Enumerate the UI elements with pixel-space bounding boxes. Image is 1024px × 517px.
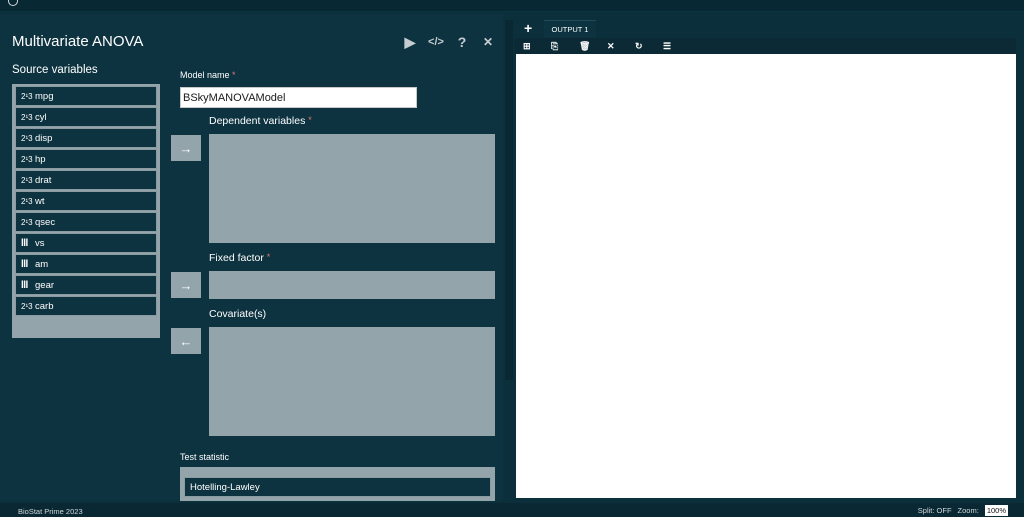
dialog-toolbar: ▶ </> ? ✕: [402, 34, 496, 51]
fixed-factor-label: Fixed factor *: [209, 252, 270, 264]
app-name: BioStat Prime 2023: [18, 507, 83, 516]
refresh-icon[interactable]: ↻: [635, 41, 663, 52]
pane-splitter[interactable]: [505, 20, 513, 380]
add-box-icon[interactable]: ⊞: [523, 41, 551, 52]
variable-name: mpg: [35, 90, 54, 102]
run-icon[interactable]: ▶: [402, 34, 418, 50]
test-statistic-label: Test statistic: [180, 452, 230, 462]
arrow-left-icon: ←: [179, 333, 193, 349]
nominal-variable-icon: lll: [21, 237, 28, 249]
required-mark: *: [266, 252, 271, 262]
list-item[interactable]: lll vs: [15, 233, 157, 253]
dependent-variables-box[interactable]: [209, 134, 495, 243]
export-icon[interactable]: ⎘: [551, 41, 579, 52]
close-icon[interactable]: ✕: [480, 34, 496, 50]
code-icon[interactable]: </>: [428, 34, 444, 50]
fixed-factor-label-text: Fixed factor: [209, 252, 264, 264]
covariates-box[interactable]: [209, 327, 495, 436]
app-logo-icon: [8, 0, 18, 6]
manova-dialog: Multivariate ANOVA ▶ </> ? ✕ Source vari…: [0, 14, 503, 501]
model-name-input[interactable]: [180, 87, 417, 108]
trash-icon[interactable]: 🗑: [579, 41, 607, 52]
add-tab-icon[interactable]: +: [524, 20, 532, 36]
scale-variable-icon: 2¹3: [21, 154, 33, 164]
scale-variable-icon: 2¹3: [21, 196, 33, 206]
list-item[interactable]: 2¹3 hp: [15, 149, 157, 169]
scale-variable-icon: 2¹3: [21, 217, 33, 227]
close-icon[interactable]: ✕: [607, 41, 635, 52]
move-to-fixed-factor-button[interactable]: →: [171, 272, 201, 298]
status-bar: BioStat Prime 2023 Split: OFF Zoom: 100%: [0, 503, 1024, 517]
arrow-right-icon: →: [179, 140, 193, 156]
required-mark: *: [308, 115, 312, 125]
test-statistic-option[interactable]: Hotelling-Lawley: [184, 477, 491, 497]
list-item[interactable]: 2¹3 disp: [15, 128, 157, 148]
arrow-right-icon: →: [179, 277, 193, 293]
list-item[interactable]: lll am: [15, 254, 157, 274]
variable-name: gear: [35, 279, 55, 291]
list-icon[interactable]: ☰: [663, 41, 691, 52]
nominal-variable-icon: lll: [21, 258, 28, 270]
nominal-variable-icon: lll: [21, 279, 28, 291]
variable-name: am: [35, 258, 49, 270]
dependent-variables-label-text: Dependent variables: [209, 115, 306, 127]
status-right: Split: OFF Zoom: 100%: [918, 505, 1008, 516]
output-panel: + OUTPUT 1 ⊞ ⎘ 🗑 ✕ ↻ ☰: [514, 14, 1016, 501]
output-content[interactable]: [516, 54, 1016, 498]
variable-name: qsec: [35, 216, 56, 228]
scale-variable-icon: 2¹3: [21, 112, 33, 122]
covariates-label: Covariate(s): [209, 308, 267, 320]
list-item[interactable]: lll gear: [15, 275, 157, 295]
list-item[interactable]: 2¹3 drat: [15, 170, 157, 190]
app-window: Multivariate ANOVA ▶ </> ? ✕ Source vari…: [0, 0, 1024, 517]
scale-variable-icon: 2¹3: [21, 133, 33, 143]
fixed-factor-box[interactable]: [209, 271, 495, 299]
title-bar: [0, 0, 1024, 12]
list-item[interactable]: 2¹3 qsec: [15, 212, 157, 232]
zoom-label: Zoom:: [957, 506, 979, 515]
dialog-title: Multivariate ANOVA: [12, 33, 144, 50]
list-item[interactable]: 2¹3 mpg: [15, 86, 157, 106]
variable-name: disp: [35, 132, 53, 144]
split-status[interactable]: Split: OFF: [918, 506, 952, 515]
zoom-value[interactable]: 100%: [984, 505, 1008, 516]
move-to-dependent-button[interactable]: →: [171, 135, 201, 161]
output-toolbar: ⊞ ⎘ 🗑 ✕ ↻ ☰: [514, 38, 1016, 54]
test-statistic-list[interactable]: Hotelling-Lawley: [180, 467, 495, 501]
variable-name: hp: [35, 153, 46, 165]
scale-variable-icon: 2¹3: [21, 175, 33, 185]
list-item[interactable]: 2¹3 wt: [15, 191, 157, 211]
variable-name: drat: [35, 174, 52, 186]
dependent-variables-label: Dependent variables *: [209, 115, 312, 127]
variable-name: vs: [35, 237, 45, 249]
model-name-label-text: Model name: [180, 70, 230, 80]
source-variables-label: Source variables: [12, 64, 98, 76]
required-mark: *: [232, 70, 236, 80]
list-item[interactable]: 2¹3 carb: [15, 296, 157, 316]
scale-variable-icon: 2¹3: [21, 301, 33, 311]
variable-name: carb: [35, 300, 54, 312]
tab-output-1[interactable]: OUTPUT 1: [544, 20, 596, 38]
move-from-covariates-button[interactable]: ←: [171, 328, 201, 354]
variable-name: cyl: [35, 111, 47, 123]
variable-name: wt: [35, 195, 45, 207]
list-item[interactable]: 2¹3 cyl: [15, 107, 157, 127]
scale-variable-icon: 2¹3: [21, 91, 33, 101]
help-icon[interactable]: ?: [454, 34, 470, 50]
source-variables-list[interactable]: 2¹3 mpg 2¹3 cyl 2¹3 disp 2¹3 hp 2¹3 drat 2¹3 w…: [12, 84, 160, 338]
model-name-label: Model name *: [180, 70, 236, 80]
